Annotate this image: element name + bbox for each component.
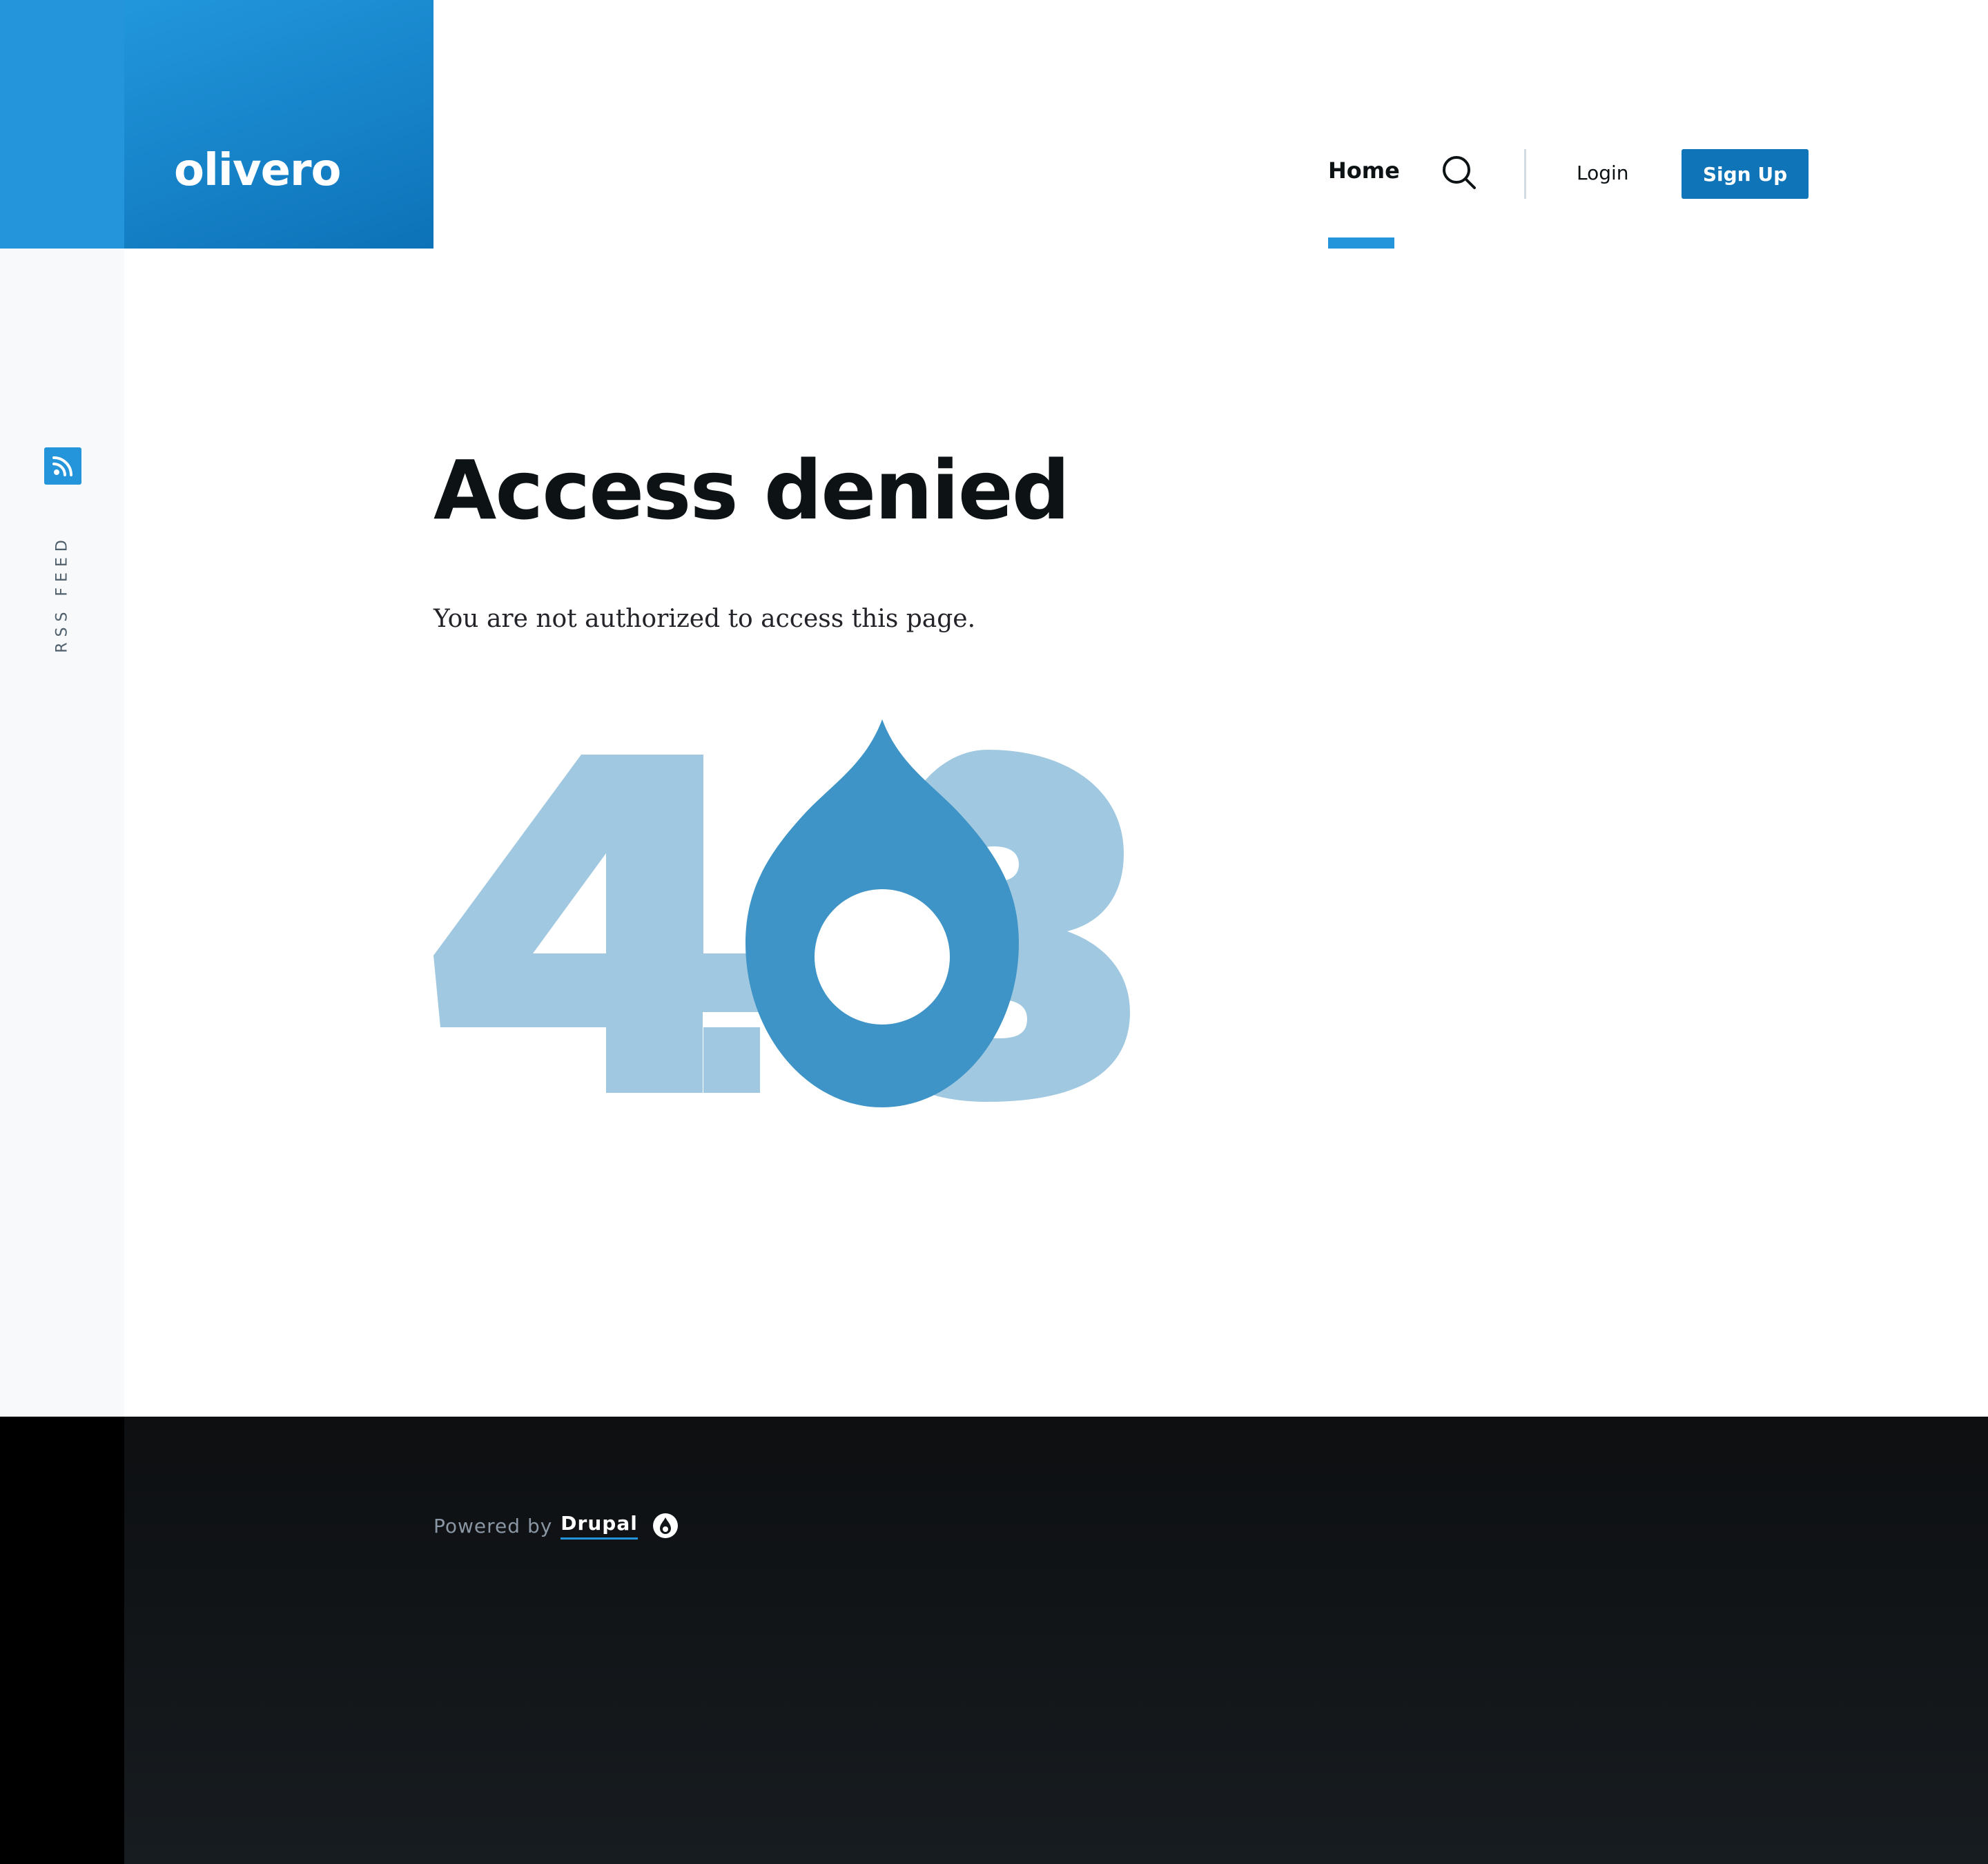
powered-by-text: Powered by [433,1514,553,1537]
footer-edge [0,1417,124,1864]
search-button[interactable] [1440,153,1479,192]
rss-feed-link[interactable] [44,447,81,485]
active-nav-indicator [1328,237,1394,249]
nav-divider [1524,149,1526,199]
left-sidebar [0,249,124,1417]
drop-hole [815,889,950,1025]
drupal-drop-icon [652,1513,678,1538]
page-title: Access denied [433,443,1070,538]
search-icon [1443,156,1476,189]
powered-by: Powered by Drupal [433,1512,679,1540]
error-403-graphic [433,719,1130,1107]
login-link[interactable]: Login [1577,162,1629,184]
rss-feed-label[interactable]: RSS FEED [54,534,71,653]
site-branding [124,0,433,249]
site-name-link[interactable]: olivero [174,145,341,196]
branding-edge [0,0,124,249]
site-footer [124,1417,1988,1864]
drupal-link[interactable]: Drupal [561,1512,638,1540]
signup-button[interactable]: Sign Up [1682,149,1809,199]
rss-icon [52,456,72,476]
nav-home-link[interactable]: Home [1328,157,1400,184]
access-denied-message: You are not authorized to access this pa… [433,605,976,633]
digit-four [433,755,760,1093]
